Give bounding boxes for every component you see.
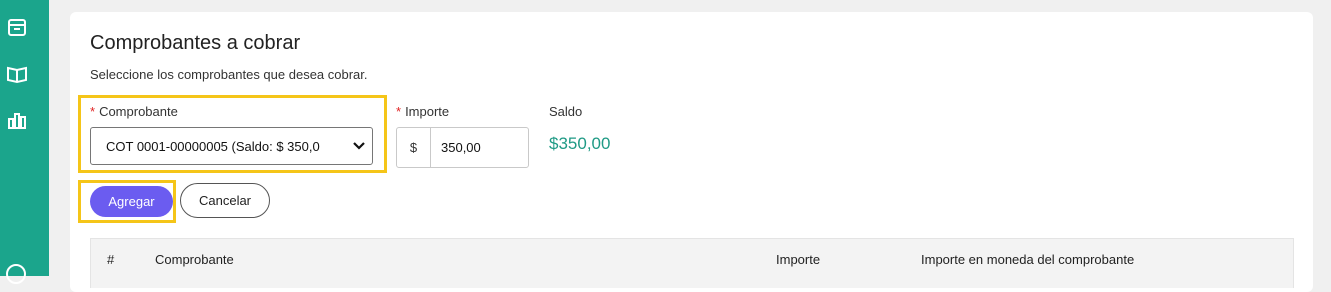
comprobante-select-value: COT 0001-00000005 (Saldo: $ 350,0 [106,138,320,154]
comprobante-select[interactable]: COT 0001-00000005 (Saldo: $ 350,0 [90,127,373,165]
importe-label: * Importe [396,104,450,119]
required-mark: * [396,104,402,119]
cancel-button[interactable]: Cancelar [180,183,270,218]
column-comprobante: Comprobante [155,252,234,267]
chart-icon[interactable] [6,109,28,131]
column-importe: Importe [776,252,821,267]
column-importe-moneda: Importe en moneda del comprobante [921,252,1135,267]
page-subtitle: Seleccione los comprobantes que desea co… [90,67,368,82]
book-icon[interactable] [6,63,28,85]
saldo-label: Saldo [549,104,583,119]
chevron-down-icon [346,141,372,151]
table-header: # Comprobante Importe Importe en moneda … [90,238,1294,288]
user-icon[interactable] [6,264,26,284]
comprobante-label: * Comprobante [90,104,178,119]
page-title: Comprobantes a cobrar [90,32,301,54]
saldo-value: $350,00 [549,134,611,153]
column-number: # [107,252,115,267]
add-button[interactable]: Agregar [90,186,173,217]
currency-prefix: $ [397,128,431,167]
box-icon[interactable] [6,16,28,38]
importe-field: $ 350,00 [396,127,529,168]
sidebar [0,0,49,284]
required-mark: * [90,104,96,119]
receivables-card: Comprobantes a cobrar Seleccione los com… [70,12,1313,292]
importe-input[interactable]: 350,00 [431,128,528,167]
